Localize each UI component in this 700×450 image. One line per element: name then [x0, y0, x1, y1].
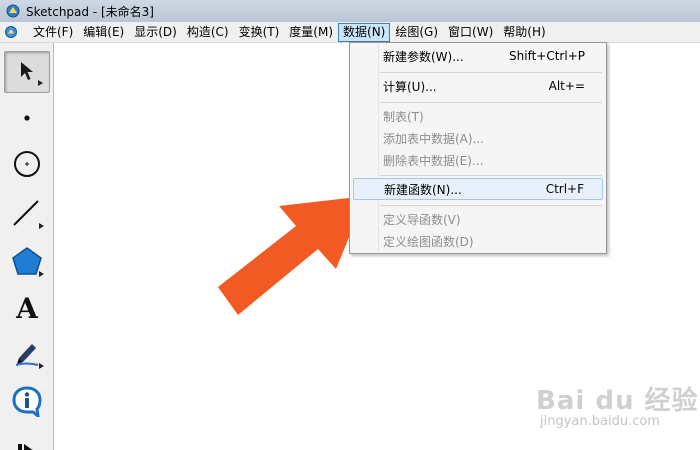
menu-measure[interactable]: 度量(M) — [284, 23, 338, 42]
menu-item-add-table-data: 添加表中数据(A)... — [383, 131, 485, 146]
menu-display[interactable]: 显示(D) — [129, 23, 182, 42]
menu-separator — [380, 72, 602, 73]
document-icon[interactable] — [2, 23, 20, 41]
compass-tool[interactable] — [4, 144, 50, 186]
toolbox: A — [0, 43, 54, 450]
polygon-tool[interactable] — [4, 241, 50, 283]
arrow-select-tool[interactable] — [4, 51, 50, 93]
menu-item-define-derivative: 定义导函数(V) — [383, 212, 461, 227]
menu-construct[interactable]: 构造(C) — [182, 23, 234, 42]
tool-more-indicator — [38, 80, 43, 86]
menu-item-new-function[interactable]: 新建函数(N)... Ctrl+F — [353, 178, 603, 200]
menu-item-remove-table-data: 删除表中数据(E)... — [383, 153, 484, 168]
circle-icon — [12, 149, 42, 182]
tool-more-indicator — [39, 271, 44, 277]
menu-separator — [380, 175, 602, 176]
sketchpad-app-icon — [6, 4, 20, 18]
menu-transform[interactable]: 变换(T) — [234, 23, 285, 42]
menu-item-new-parameter[interactable]: 新建参数(W)... Shift+Ctrl+P — [353, 45, 603, 67]
information-tool[interactable] — [4, 381, 50, 423]
menu-item-define-plot-function: 定义绘图函数(D) — [383, 234, 474, 249]
menu-data[interactable]: 数据(N) — [338, 22, 391, 42]
title-bar: Sketchpad - [未命名3] — [0, 0, 700, 22]
text-tool[interactable]: A — [4, 287, 50, 329]
text-a-icon: A — [16, 291, 38, 325]
watermark-url: jingyan.baidu.com — [540, 414, 660, 429]
marker-pen-icon — [12, 338, 42, 371]
menu-window[interactable]: 窗口(W) — [443, 23, 498, 42]
menu-help[interactable]: 帮助(H) — [498, 23, 550, 42]
menu-item-tabulate: 制表(T) — [383, 109, 424, 124]
menu-item-calculate[interactable]: 计算(U)... Alt+= — [353, 75, 603, 97]
watermark-brand: Bai du 经验 — [536, 386, 699, 416]
custom-tool[interactable] — [4, 429, 50, 450]
pointer-arrow-icon — [17, 60, 37, 85]
baidu-jingyan-watermark: Bai du 经验 jingyan.baidu.com — [536, 376, 698, 436]
straightedge-tool[interactable] — [4, 193, 50, 235]
point-tool[interactable] — [4, 97, 50, 139]
point-icon — [23, 111, 31, 125]
menu-edit[interactable]: 编辑(E) — [78, 23, 129, 42]
menu-bar: 文件(F) 编辑(E) 显示(D) 构造(C) 变换(T) 度量(M) 数据(N… — [0, 22, 700, 43]
tool-more-indicator — [39, 363, 44, 369]
menu-separator — [380, 205, 602, 206]
tool-more-indicator — [39, 223, 44, 229]
menu-separator — [380, 102, 602, 103]
window-title: Sketchpad - [未命名3] — [26, 4, 154, 19]
data-menu-dropdown: 新建参数(W)... Shift+Ctrl+P 计算(U)... Alt+= 制… — [349, 42, 607, 254]
info-icon — [11, 385, 43, 420]
menu-graph[interactable]: 绘图(G) — [390, 23, 443, 42]
custom-tool-icon — [14, 436, 40, 450]
marker-tool[interactable] — [4, 333, 50, 375]
menu-file[interactable]: 文件(F) — [28, 23, 78, 42]
